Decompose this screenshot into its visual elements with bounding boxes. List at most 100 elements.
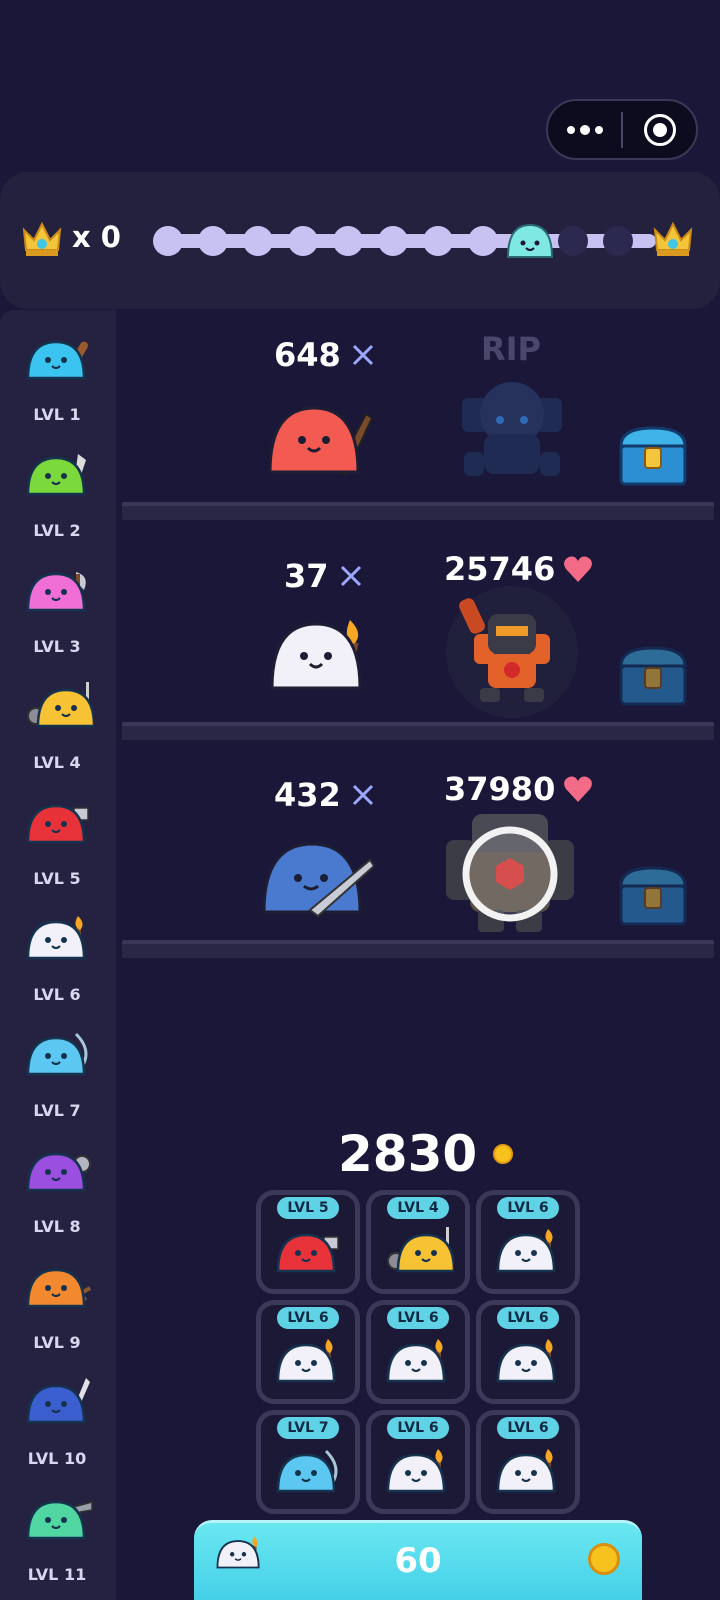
sidebar-item-label: LVL 2 [33, 521, 81, 540]
slime-pistol-icon [26, 1500, 93, 1540]
merge-slot[interactable]: LVL 6 [476, 1190, 580, 1294]
heart-icon [564, 776, 593, 802]
buy-slime-button[interactable]: 60 [194, 1520, 642, 1600]
slot-level-badge: LVL 6 [497, 1417, 559, 1439]
damage-value: 648 [274, 336, 341, 374]
mini-program-capsule [546, 99, 698, 160]
treasure-chest-icon[interactable] [617, 864, 689, 928]
crossed-swords-icon [352, 344, 373, 366]
slot-level-badge: LVL 6 [497, 1307, 559, 1329]
sidebar-item-lvl-1[interactable]: LVL 1 [0, 334, 116, 434]
slot-level-badge: LVL 7 [277, 1417, 339, 1439]
lane-1-damage: 648 [274, 336, 375, 374]
merge-slot[interactable]: LVL 5 [256, 1190, 360, 1294]
damage-value: 37 [284, 557, 329, 595]
slime-spear-icon [27, 682, 94, 728]
lane-1-slime-shotgun[interactable] [268, 402, 378, 480]
current-stage-slime-icon [506, 223, 554, 258]
slot-level-badge: LVL 6 [387, 1417, 449, 1439]
boss-2-hp: 25746 [444, 550, 593, 588]
slime-hammer-icon [26, 804, 89, 844]
heart-icon [564, 556, 593, 582]
slot-level-badge: LVL 6 [387, 1307, 449, 1329]
boss-hp-value: 25746 [444, 550, 556, 588]
slime-torch-icon [26, 916, 86, 960]
stage-dot [423, 226, 453, 256]
slime-torch-icon [386, 1339, 446, 1383]
slime-torch-icon [496, 1339, 556, 1383]
merge-slot[interactable]: LVL 6 [256, 1300, 360, 1404]
merge-slot[interactable]: LVL 7 [256, 1410, 360, 1514]
boss-hp-value: 37980 [444, 770, 556, 808]
lane-3-damage: 432 [274, 776, 375, 814]
treasure-chest-icon[interactable] [617, 644, 689, 708]
boss-2-orange-robot[interactable] [444, 584, 580, 720]
slot-level-badge: LVL 6 [497, 1197, 559, 1219]
damage-value: 432 [274, 776, 341, 814]
slime-bow-icon [276, 1449, 338, 1493]
slime-crossbow-icon [26, 1268, 92, 1308]
sidebar-item-lvl-9[interactable]: LVL 9 [0, 1262, 116, 1362]
sidebar-item-label: LVL 11 [27, 1565, 87, 1584]
lane-2-slime-torch[interactable] [270, 618, 374, 696]
boss-rip-label: RIP [481, 330, 541, 368]
coin-count: 2830 [338, 1125, 478, 1183]
sidebar-item-lvl-6[interactable]: LVL 6 [0, 914, 116, 1014]
slime-bow-icon [26, 1032, 88, 1076]
sidebar-item-lvl-8[interactable]: LVL 8 [0, 1146, 116, 1246]
sidebar-item-lvl-11[interactable]: LVL 11 [0, 1494, 116, 1594]
defeated-boss-robot [462, 382, 562, 476]
sidebar-item-label: LVL 9 [33, 1333, 81, 1352]
merge-slot[interactable]: LVL 6 [366, 1300, 470, 1404]
merge-slot[interactable]: LVL 6 [366, 1410, 470, 1514]
stage-dot [558, 226, 588, 256]
sidebar-item-lvl-5[interactable]: LVL 5 [0, 798, 116, 898]
sidebar-item-label: LVL 3 [33, 637, 81, 656]
sidebar-item-lvl-4[interactable]: LVL 4 [0, 682, 116, 782]
more-dots-icon[interactable] [548, 101, 621, 158]
stage-dot [288, 226, 318, 256]
sidebar-item-lvl-2[interactable]: LVL 2 [0, 450, 116, 550]
sidebar-item-label: LVL 6 [33, 985, 81, 1004]
slime-torch-icon [496, 1229, 556, 1273]
slime-hammer-icon [276, 1233, 339, 1273]
sidebar-item-lvl-10[interactable]: LVL 10 [0, 1378, 116, 1478]
merge-slot[interactable]: LVL 6 [476, 1410, 580, 1514]
sidebar-item-lvl-7[interactable]: LVL 7 [0, 1030, 116, 1130]
crossed-swords-icon [340, 565, 361, 587]
stage-dot [153, 226, 183, 256]
slime-flail-icon [26, 1152, 91, 1192]
stage-dot [243, 226, 273, 256]
boss-3-hp: 37980 [444, 770, 593, 808]
treasure-chest-icon[interactable] [617, 424, 689, 488]
slime-sword-icon [26, 1378, 90, 1424]
slot-level-badge: LVL 6 [277, 1307, 339, 1329]
merge-slot[interactable]: LVL 6 [476, 1300, 580, 1404]
lane-3-slime-rifle[interactable] [262, 838, 374, 920]
slime-torch-icon [276, 1339, 336, 1383]
stage-dot [603, 226, 633, 256]
boss-3-armored-robot[interactable] [440, 808, 580, 936]
crossed-swords-icon [352, 784, 373, 806]
target-circle-icon[interactable] [623, 101, 696, 158]
slime-club-icon [26, 340, 88, 380]
slot-level-badge: LVL 5 [277, 1197, 339, 1219]
sidebar-item-label: LVL 1 [33, 405, 81, 424]
lane-divider [122, 940, 714, 958]
sidebar-item-lvl-3[interactable]: LVL 3 [0, 566, 116, 666]
stage-dot [333, 226, 363, 256]
merge-slot[interactable]: LVL 4 [366, 1190, 470, 1294]
lane-divider [122, 722, 714, 740]
crown-icon [22, 221, 62, 256]
lane-2-damage: 37 [284, 557, 363, 595]
slime-spear-icon [387, 1227, 454, 1273]
crown-count: x 0 [72, 220, 121, 254]
slime-torch-icon [496, 1449, 556, 1493]
sidebar-item-label: LVL 8 [33, 1217, 81, 1236]
sidebar-item-label: LVL 7 [33, 1101, 81, 1120]
stage-dot [198, 226, 228, 256]
goal-crown-icon [653, 221, 693, 256]
stage-dot [468, 226, 498, 256]
slime-torch-icon [386, 1449, 446, 1493]
coin-icon [588, 1543, 620, 1575]
